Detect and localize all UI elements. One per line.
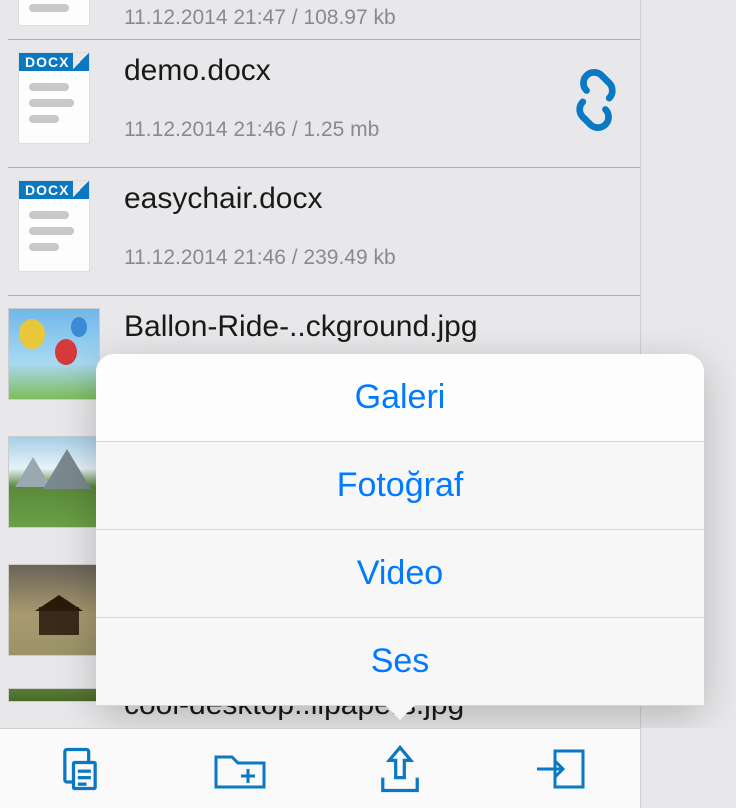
action-item-video[interactable]: Video — [96, 530, 704, 618]
file-row[interactable]: DOCX easychair.docx 11.12.2014 21:46 / 2… — [0, 168, 640, 296]
file-row[interactable]: 11.12.2014 21:47 / 108.97 kb — [0, 0, 640, 40]
file-row[interactable]: DOCX demo.docx 11.12.2014 21:46 / 1.25 m… — [0, 40, 640, 168]
file-name: demo.docx — [124, 54, 632, 88]
file-name: Ballon-Ride-..ckground.jpg — [124, 310, 632, 344]
docx-icon: DOCX — [18, 180, 90, 272]
image-thumbnail — [8, 564, 100, 656]
image-thumbnail — [8, 308, 100, 400]
link-icon[interactable] — [564, 68, 628, 137]
docx-icon — [18, 0, 90, 26]
right-strip-bottom — [640, 728, 736, 808]
file-meta: 11.12.2014 21:46 / 239.49 kb — [124, 246, 632, 270]
new-folder-button[interactable] — [180, 739, 300, 799]
bottom-toolbar — [0, 728, 640, 808]
action-item-gallery[interactable]: Galeri — [96, 354, 704, 442]
popover-arrow — [384, 704, 416, 720]
action-item-photo[interactable]: Fotoğraf — [96, 442, 704, 530]
file-meta: 11.12.2014 21:47 / 108.97 kb — [124, 6, 632, 30]
action-sheet: Galeri Fotoğraf Video Ses — [96, 354, 704, 706]
exit-button[interactable] — [500, 739, 620, 799]
file-name: easychair.docx — [124, 182, 632, 216]
paste-button[interactable] — [20, 739, 140, 799]
image-thumbnail — [8, 688, 100, 702]
action-item-audio[interactable]: Ses — [96, 618, 704, 706]
docx-icon: DOCX — [18, 52, 90, 144]
image-thumbnail — [8, 436, 100, 528]
file-meta: 11.12.2014 21:46 / 1.25 mb — [124, 118, 632, 142]
upload-button[interactable] — [340, 739, 460, 799]
